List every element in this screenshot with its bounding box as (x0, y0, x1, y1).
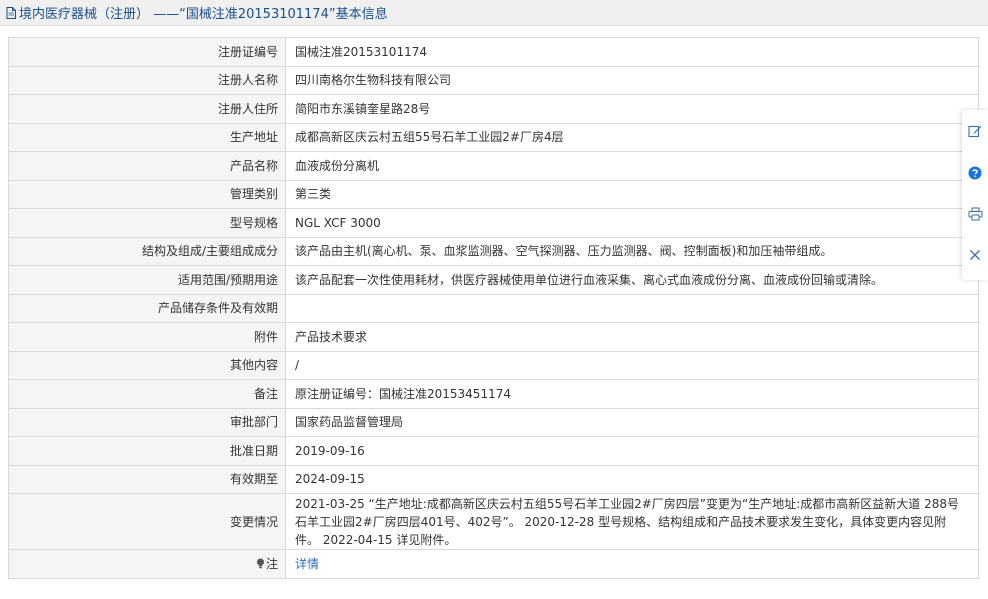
details-link[interactable]: 详情 (295, 557, 319, 571)
field-value: 该产品配套一次性使用耗材，供医疗器械使用单位进行血液采集、离心式血液成份分离、血… (285, 265, 979, 295)
close-icon (970, 250, 980, 260)
field-label: 管理类别 (8, 179, 286, 209)
table-row: 结构及组成/主要组成成分 该产品由主机(离心机、泵、血浆监测器、空气探测器、压力… (8, 236, 979, 266)
table-row: 注册人名称 四川南格尔生物科技有限公司 (8, 65, 979, 95)
note-value-cell: 详情 (285, 549, 979, 579)
table-row: 审批部门 国家药品监督管理局 (8, 407, 979, 437)
registration-info-table: 注册证编号 国械注准20153101174 注册人名称 四川南格尔生物科技有限公… (8, 37, 979, 579)
field-label: 有效期至 (8, 464, 286, 494)
table-row: 注册证编号 国械注准20153101174 (8, 37, 979, 67)
table-row: 变更情况 2021-03-25 “生产地址:成都高新区庆云村五组55号石羊工业园… (8, 493, 979, 550)
field-value (285, 293, 979, 323)
field-value: 2024-09-15 (285, 464, 979, 494)
field-label: 型号规格 (8, 208, 286, 238)
edit-button[interactable] (962, 118, 988, 144)
field-value: 原注册证编号：国械注准20153451174 (285, 379, 979, 409)
field-label: 审批部门 (8, 407, 286, 437)
print-icon (968, 207, 982, 221)
close-button[interactable] (962, 242, 988, 268)
field-value: NGL XCF 3000 (285, 208, 979, 238)
field-label: 产品储存条件及有效期 (8, 293, 286, 323)
page-title: 境内医疗器械（注册） ——“国械注准20153101174”基本信息 (19, 7, 388, 22)
table-row: 附件 产品技术要求 (8, 322, 979, 352)
field-label: 适用范围/预期用途 (8, 265, 286, 295)
field-label: 附件 (8, 322, 286, 352)
help-button[interactable] (962, 160, 988, 186)
field-label: 注册证编号 (8, 37, 286, 67)
field-value: 产品技术要求 (285, 322, 979, 352)
side-toolbar (962, 110, 988, 280)
table-row: 产品储存条件及有效期 (8, 293, 979, 323)
help-icon (968, 166, 982, 180)
field-value: 2019-09-16 (285, 436, 979, 466)
table-row-note: 注 详情 (8, 549, 979, 579)
note-label: 注 (265, 556, 278, 571)
field-value: 简阳市东溪镇奎星路28号 (285, 94, 979, 124)
field-value: 国家药品监督管理局 (285, 407, 979, 437)
table-row: 其他内容 / (8, 350, 979, 380)
field-value: 成都高新区庆云村五组55号石羊工业园2#厂房4层 (285, 122, 979, 152)
field-value: 该产品由主机(离心机、泵、血浆监测器、空气探测器、压力监测器、阀、控制面板)和加… (285, 236, 979, 266)
field-label: 生产地址 (8, 122, 286, 152)
table-row: 批准日期 2019-09-16 (8, 436, 979, 466)
field-value: 第三类 (285, 179, 979, 209)
table-row: 注册人住所 简阳市东溪镇奎星路28号 (8, 94, 979, 124)
field-value: 国械注准20153101174 (285, 37, 979, 67)
table-row: 备注 原注册证编号：国械注准20153451174 (8, 379, 979, 409)
field-label: 变更情况 (8, 493, 286, 550)
page-title-bar: 境内医疗器械（注册） ——“国械注准20153101174”基本信息 (0, 0, 988, 26)
field-label: 产品名称 (8, 151, 286, 181)
table-row: 有效期至 2024-09-15 (8, 464, 979, 494)
field-label: 备注 (8, 379, 286, 409)
print-button[interactable] (962, 201, 988, 227)
edit-icon (968, 125, 982, 138)
field-value: 四川南格尔生物科技有限公司 (285, 65, 979, 95)
table-row: 生产地址 成都高新区庆云村五组55号石羊工业园2#厂房4层 (8, 122, 979, 152)
field-label: 结构及组成/主要组成成分 (8, 236, 286, 266)
field-label: 批准日期 (8, 436, 286, 466)
table-row: 适用范围/预期用途 该产品配套一次性使用耗材，供医疗器械使用单位进行血液采集、离… (8, 265, 979, 295)
lightbulb-icon (256, 558, 264, 568)
table-row: 产品名称 血液成份分离机 (8, 151, 979, 181)
document-icon (6, 6, 16, 19)
field-value: 2021-03-25 “生产地址:成都高新区庆云村五组55号石羊工业园2#厂房四… (285, 493, 979, 550)
field-label: 注册人名称 (8, 65, 286, 95)
field-value: / (285, 350, 979, 380)
note-label-cell: 注 (8, 549, 286, 579)
table-row: 管理类别 第三类 (8, 179, 979, 209)
field-label: 注册人住所 (8, 94, 286, 124)
field-value: 血液成份分离机 (285, 151, 979, 181)
table-row: 型号规格 NGL XCF 3000 (8, 208, 979, 238)
field-label: 其他内容 (8, 350, 286, 380)
